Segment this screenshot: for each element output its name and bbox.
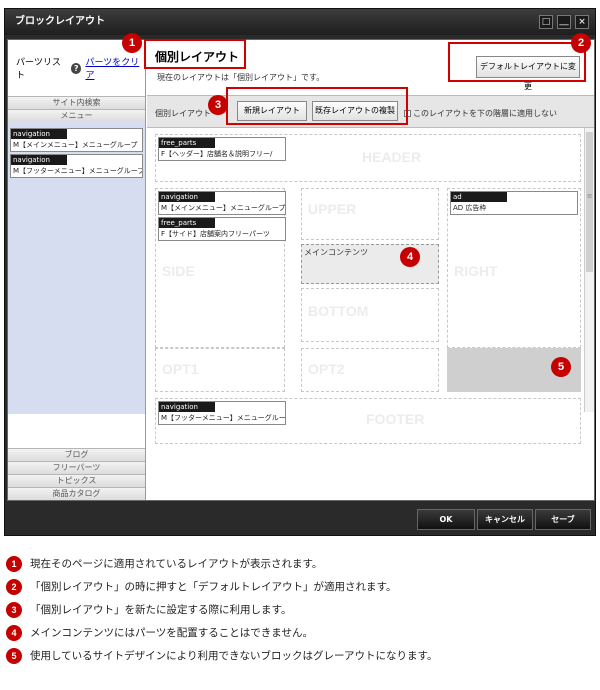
- window-titlebar: ブロックレイアウト □ ＿ ×: [5, 9, 595, 35]
- note-text: メインコンテンツにはパーツを配置することはできません。: [30, 627, 313, 639]
- note-number: 2: [6, 578, 22, 595]
- accordion-free-parts[interactable]: フリーパーツ: [8, 461, 145, 474]
- area-label: RIGHT: [454, 263, 498, 279]
- save-button[interactable]: セーブ: [535, 509, 591, 530]
- bottom-block[interactable]: BOTTOM: [301, 288, 439, 342]
- callout-marker-5: 5: [551, 357, 571, 377]
- window-title: ブロックレイアウト: [15, 16, 105, 27]
- no-apply-lower-checkbox[interactable]: このレイアウトを下の階層に適用しない: [404, 108, 557, 119]
- area-label: OPT1: [162, 361, 199, 377]
- side-block[interactable]: SIDE navigation M【メインメニュー】メニューグループ free_…: [155, 188, 286, 348]
- part-type-label: navigation: [159, 402, 215, 412]
- part-name: M【メインメニュー】メニューグループ: [161, 204, 285, 212]
- window-controls: □ ＿ ×: [539, 15, 589, 29]
- callout-marker-3: 3: [208, 95, 228, 115]
- menu-part-main[interactable]: navigation M【メインメニュー】メニューグループ: [10, 128, 143, 152]
- note-text: 「個別レイアウト」を新たに設定する際に利用します。: [30, 604, 292, 616]
- area-label: HEADER: [362, 149, 422, 165]
- layout-description: 現在のレイアウトは「個別レイアウト」です。: [157, 73, 325, 82]
- part-type-label: navigation: [159, 192, 215, 202]
- callout-box-3: [226, 87, 408, 125]
- accordion-bottom-group: ブログ フリーパーツ トピックス 商品カタログ: [8, 448, 145, 500]
- part-name: M【フッターメニュー】メニューグループ: [13, 167, 142, 175]
- accordion-menu[interactable]: メニュー: [8, 109, 145, 122]
- legend-notes: 1 現在そのページに適用されているレイアウトが表示されます。 2 「個別レイアウ…: [6, 552, 596, 667]
- part-name: M【フッターメニュー】メニューグループ: [161, 414, 285, 422]
- minimize-button[interactable]: ＿: [557, 15, 571, 29]
- checkbox-label: このレイアウトを下の階層に適用しない: [413, 109, 557, 118]
- note-number: 4: [6, 624, 22, 641]
- part-name: AD 広告枠: [453, 204, 487, 212]
- note-item: 4 メインコンテンツにはパーツを配置することはできません。: [6, 621, 596, 644]
- right-block[interactable]: RIGHT ad AD 広告枠: [447, 188, 581, 348]
- side-part-store-info[interactable]: free_parts F【サイド】店舗案内フリーパーツ: [158, 217, 286, 241]
- area-label: UPPER: [308, 201, 357, 217]
- header-block[interactable]: HEADER free_parts F【ヘッダー】店舗名＆説明フリー/: [155, 134, 581, 182]
- side-part-main-menu[interactable]: navigation M【メインメニュー】メニューグループ: [158, 191, 286, 215]
- note-item: 5 使用しているサイトデザインにより利用できないブロックはグレーアウトになります…: [6, 644, 596, 667]
- area-label: FOOTER: [366, 411, 425, 427]
- footer-part[interactable]: navigation M【フッターメニュー】メニューグループ: [158, 401, 286, 425]
- note-text: 「個別レイアウト」の時に押すと「デフォルトレイアウト」が適用されます。: [30, 581, 397, 593]
- right-part-ad[interactable]: ad AD 広告枠: [450, 191, 578, 215]
- main-contents-block: メインコンテンツ: [301, 244, 439, 284]
- opt2-block[interactable]: OPT2: [301, 348, 439, 392]
- layout-scrollbar[interactable]: ≡: [584, 128, 594, 412]
- part-name: F【ヘッダー】店舗名＆説明フリー/: [161, 150, 273, 158]
- part-type-label: free_parts: [159, 218, 215, 228]
- dialog-footer: OK キャンセル セーブ: [5, 501, 595, 535]
- area-label: SIDE: [162, 263, 195, 279]
- part-type-label: navigation: [11, 129, 67, 139]
- note-text: 使用しているサイトデザインにより利用できないブロックはグレーアウトになります。: [30, 650, 438, 662]
- footer-block[interactable]: FOOTER navigation M【フッターメニュー】メニューグループ: [155, 398, 581, 444]
- ok-button[interactable]: OK: [417, 509, 475, 530]
- toolbar-label: 個別レイアウト: [155, 109, 211, 118]
- part-type-label: ad: [451, 192, 507, 202]
- area-label: BOTTOM: [308, 303, 369, 319]
- accordion-blog[interactable]: ブログ: [8, 448, 145, 461]
- clear-parts-link[interactable]: パーツをクリア: [85, 55, 145, 81]
- note-item: 1 現在そのページに適用されているレイアウトが表示されます。: [6, 552, 596, 575]
- upper-block[interactable]: UPPER: [301, 188, 439, 240]
- header-part[interactable]: free_parts F【ヘッダー】店舗名＆説明フリー/: [158, 137, 286, 161]
- note-number: 1: [6, 555, 22, 572]
- parts-list-panel: パーツリスト ? パーツをクリア サイト内検索 メニュー navigation …: [8, 40, 146, 500]
- note-number: 5: [6, 647, 22, 664]
- accordion-topics[interactable]: トピックス: [8, 474, 145, 487]
- parts-list-label: パーツリスト: [16, 58, 61, 81]
- layout-canvas: HEADER free_parts F【ヘッダー】店舗名＆説明フリー/ SIDE…: [147, 128, 594, 500]
- area-label: OPT2: [308, 361, 345, 377]
- note-text: 現在そのページに適用されているレイアウトが表示されます。: [30, 558, 323, 570]
- maximize-button[interactable]: □: [539, 15, 553, 29]
- accordion-product-catalog[interactable]: 商品カタログ: [8, 487, 145, 500]
- help-icon[interactable]: ?: [71, 62, 82, 74]
- cancel-button[interactable]: キャンセル: [477, 509, 533, 530]
- callout-marker-4: 4: [400, 247, 420, 267]
- opt1-block[interactable]: OPT1: [155, 348, 285, 392]
- menu-part-footer[interactable]: navigation M【フッターメニュー】メニューグループ: [10, 154, 143, 178]
- accordion-site-search[interactable]: サイト内検索: [8, 96, 145, 109]
- part-name: M【メインメニュー】メニューグループ: [13, 141, 138, 149]
- part-name: F【サイド】店舗案内フリーパーツ: [161, 230, 270, 238]
- callout-box-2: [448, 42, 586, 82]
- note-number: 3: [6, 601, 22, 618]
- callout-marker-2: 2: [571, 33, 591, 53]
- callout-marker-1: 1: [122, 33, 142, 53]
- note-item: 3 「個別レイアウト」を新たに設定する際に利用します。: [6, 598, 596, 621]
- close-button[interactable]: ×: [575, 15, 589, 29]
- main-contents-label: メインコンテンツ: [304, 248, 368, 257]
- scroll-grip-icon: ≡: [586, 192, 593, 200]
- callout-box-1: [144, 39, 246, 69]
- note-item: 2 「個別レイアウト」の時に押すと「デフォルトレイアウト」が適用されます。: [6, 575, 596, 598]
- menu-parts-list: navigation M【メインメニュー】メニューグループ navigation…: [8, 122, 145, 414]
- scroll-thumb[interactable]: [586, 132, 593, 272]
- part-type-label: navigation: [11, 155, 67, 165]
- part-type-label: free_parts: [159, 138, 215, 148]
